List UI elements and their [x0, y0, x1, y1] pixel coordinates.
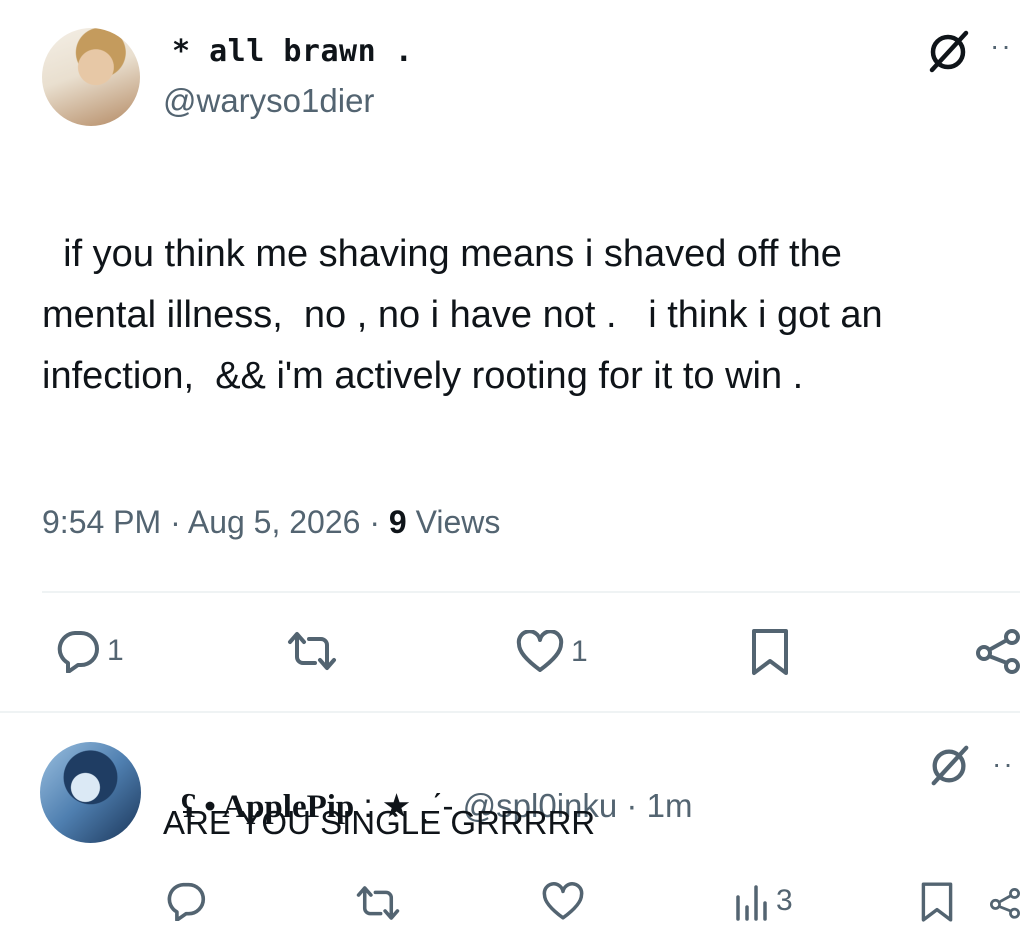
- reply-time[interactable]: 1m: [647, 787, 693, 824]
- more-icon[interactable]: ··: [992, 748, 1015, 780]
- grok-icon[interactable]: [928, 743, 972, 787]
- tweet-time[interactable]: 9:54 PM: [42, 504, 161, 540]
- share-button[interactable]: [976, 628, 1020, 674]
- divider: [0, 711, 1020, 713]
- like-count: 1: [571, 635, 588, 668]
- author-handle[interactable]: @waryso1dier: [163, 82, 374, 120]
- retweet-button[interactable]: [355, 884, 401, 922]
- like-button[interactable]: [541, 882, 585, 922]
- views-button[interactable]: 3: [734, 881, 793, 921]
- share-icon: [990, 888, 1020, 919]
- heart-icon: [542, 882, 584, 920]
- share-icon: [976, 629, 1020, 674]
- bookmark-icon: [752, 629, 788, 675]
- views-label: Views: [406, 504, 501, 540]
- tweet-meta: 9:54 PM · Aug 5, 2026 · 9 Views: [42, 504, 500, 541]
- meta-separator: ·: [360, 504, 389, 540]
- bookmark-button[interactable]: [750, 627, 790, 677]
- reply-count: 1: [107, 634, 124, 667]
- retweet-button[interactable]: [286, 630, 338, 672]
- reply-button[interactable]: [165, 881, 207, 921]
- tweet-text: if you think me shaving means i shaved o…: [42, 233, 883, 397]
- like-button[interactable]: 1: [515, 630, 588, 674]
- grok-icon[interactable]: [926, 28, 972, 74]
- author-display-name[interactable]: * all brawn .: [172, 34, 413, 69]
- reply-views-count: 3: [776, 884, 793, 917]
- meta-separator: ·: [617, 787, 647, 824]
- share-button[interactable]: [990, 882, 1020, 924]
- bookmark-button[interactable]: [920, 880, 954, 924]
- meta-separator: ·: [161, 504, 188, 540]
- reply-icon: [167, 882, 206, 921]
- heart-icon: [516, 630, 564, 672]
- retweet-icon: [288, 632, 336, 670]
- views-count: 9: [388, 504, 407, 540]
- bookmark-icon: [921, 882, 953, 922]
- more-icon[interactable]: ··: [990, 30, 1013, 62]
- reply-text: ARE YOU SINGLE GRRRRR: [163, 804, 596, 841]
- reply-icon: [57, 631, 99, 673]
- reply-author-avatar[interactable]: [40, 742, 141, 843]
- views-icon: [736, 885, 767, 921]
- retweet-icon: [356, 886, 400, 920]
- divider: [42, 591, 1020, 593]
- tweet-date[interactable]: Aug 5, 2026: [188, 504, 361, 540]
- author-avatar[interactable]: [42, 28, 140, 126]
- reply-button[interactable]: 1: [55, 629, 124, 673]
